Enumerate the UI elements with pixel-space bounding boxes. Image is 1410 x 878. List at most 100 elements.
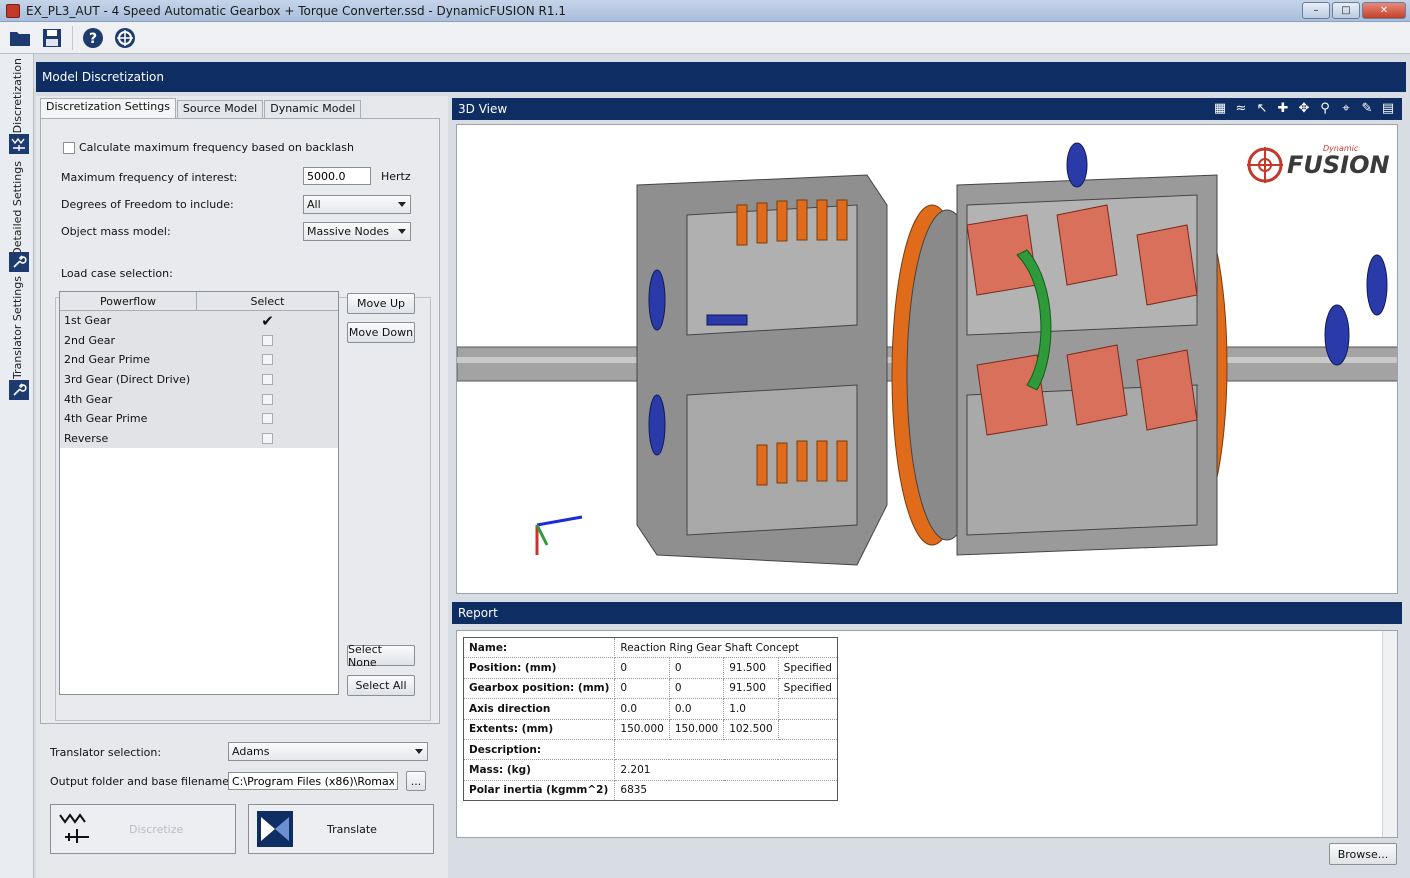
view3d-canvas[interactable]: Dynamic FUSION [456,124,1398,594]
discretization-settings-box: Calculate maximum frequency based on bac… [40,118,440,724]
load-case-name: 4th Gear [64,392,113,406]
max-frequency-input[interactable] [303,167,371,185]
browse-button[interactable]: Browse... [1329,843,1397,865]
frequency-unit: Hertz [381,170,411,183]
select-checkbox[interactable] [262,413,273,425]
window-controls: – □ ✕ [1302,2,1406,19]
report-icon[interactable]: ▤ [1380,100,1396,116]
column-header-powerflow[interactable]: Powerflow [60,292,197,310]
report-value: 6835 [614,779,838,802]
mass-model-select[interactable]: Massive Nodes [303,222,411,241]
output-folder-label: Output folder and base filename: [50,775,233,788]
discretize-button[interactable]: Discretize [50,804,236,854]
select-all-button[interactable]: Select All [347,675,415,696]
load-case-name: 3rd Gear (Direct Drive) [64,373,191,387]
report-key: Polar inertia (kgmm^2) [462,779,616,802]
move-up-button[interactable]: Move Up [347,293,415,314]
wrench-icon[interactable] [9,252,29,272]
fusion-logo-icon[interactable] [111,24,139,52]
move-down-button[interactable]: Move Down [347,322,415,343]
report-value: 0 [668,657,725,679]
report-value [777,718,838,740]
folder-icon[interactable] [6,24,34,52]
table-row[interactable]: 4th Gear [60,389,338,409]
report-row: Mass: (kg) 2.201 [462,759,838,781]
report-value: 150.000 [668,718,725,740]
wrench-icon[interactable]: ✎ [1359,100,1375,116]
max-frequency-label: Maximum frequency of interest: [61,171,238,184]
backlash-checkbox[interactable] [63,142,75,154]
fusion-brand-logo [1247,147,1283,183]
dof-select[interactable]: All [303,195,411,214]
load-case-name: 2nd Gear [64,333,116,347]
tab-dynamic-model[interactable]: Dynamic Model [264,100,362,118]
checkmark-icon[interactable]: ✔ [261,313,274,328]
close-button[interactable]: ✕ [1362,2,1406,19]
report-key: Name: [462,636,616,659]
dof-label: Degrees of Freedom to include: [61,198,234,211]
browse-folder-button[interactable]: ... [406,771,426,791]
mass-model-select-value: Massive Nodes [307,225,389,238]
gearbox-model: Dynamic FUSION [457,142,1397,566]
column-header-select[interactable]: Select [197,292,338,310]
report-row: Description: [462,738,838,761]
translate-button[interactable]: Translate [248,804,434,854]
report-key: Description: [462,738,616,761]
maximize-button[interactable]: □ [1332,2,1360,19]
side-tab-label: Detailed Settings [10,160,24,256]
report-key: Gearbox position: (mm) [462,677,616,700]
side-tab-discretization[interactable]: Discretization [6,58,28,134]
output-folder-input[interactable] [228,772,398,790]
report-value: 102.500 [723,718,779,740]
help-icon[interactable]: ? [79,24,107,52]
table-row[interactable]: 2nd Gear Prime [60,350,338,370]
discretize-tab-icon[interactable] [9,134,29,154]
save-icon[interactable] [38,24,66,52]
select-checkbox[interactable] [262,354,273,366]
table-row[interactable]: 4th Gear Prime [60,409,338,429]
tab-source-model[interactable]: Source Model [176,100,264,118]
tab-discretization-settings[interactable]: Discretization Settings [40,98,176,118]
select-checkbox[interactable] [262,334,273,346]
select-none-button[interactable]: Select None [347,643,415,669]
report-value: 91.500 [723,677,779,700]
table-row[interactable]: 1st Gear ✔ [60,311,338,331]
fit-icon[interactable]: ⌖ [1338,100,1354,116]
minimize-button[interactable]: – [1302,2,1330,19]
select-checkbox[interactable] [262,432,273,444]
report-scrollbar[interactable] [1382,631,1397,837]
app-icon [6,3,20,18]
pan-icon[interactable]: ✚ [1275,100,1291,116]
side-tab-detailed-settings[interactable]: Detailed Settings [6,160,28,256]
grid-header: Powerflow Select [60,292,338,311]
side-tab-strip: Discretization Detailed Settings Transla… [0,54,34,878]
zoom-icon[interactable]: ⚲ [1317,100,1333,116]
table-row[interactable]: 2nd Gear [60,331,338,351]
chevron-down-icon [415,749,423,754]
report-key: Position: (mm) [462,657,616,679]
pointer-icon[interactable]: ↖ [1254,100,1270,116]
spring-icon[interactable]: ≈ [1233,100,1249,116]
table-row[interactable]: Reverse [60,429,338,449]
wrench-icon[interactable] [9,380,29,400]
discretize-label: Discretize [129,822,184,836]
view3d-title: 3D View [458,102,508,116]
side-tab-label: Discretization [10,58,24,134]
load-case-select-cell [197,374,338,386]
report-area: Name: Reaction Ring Gear Shaft Concept Pos… [456,630,1398,838]
load-case-grid: Powerflow Select 1st Gear ✔ 2nd Gear 2nd Ge… [59,291,339,695]
select-checkbox[interactable] [262,393,273,405]
report-value: 0.0 [668,698,725,720]
translate-icon [257,811,293,847]
table-row[interactable]: 3rd Gear (Direct Drive) [60,370,338,390]
translator-select[interactable]: Adams [228,742,428,761]
layout-icon[interactable]: ▦ [1212,100,1228,116]
rotate-icon[interactable]: ✥ [1296,100,1312,116]
title-bar: EX_PL3_AUT - 4 Speed Automatic Gearbox +… [0,0,1410,22]
settings-panel: Discretization Settings Source Model Dyn… [36,96,448,878]
select-checkbox[interactable] [262,374,273,386]
side-tab-translator-settings[interactable]: Translator Settings [6,276,28,379]
page-title-bar: Model Discretization [36,62,1406,92]
report-value: 1.0 [723,698,779,720]
toolbar-separator [72,25,73,50]
